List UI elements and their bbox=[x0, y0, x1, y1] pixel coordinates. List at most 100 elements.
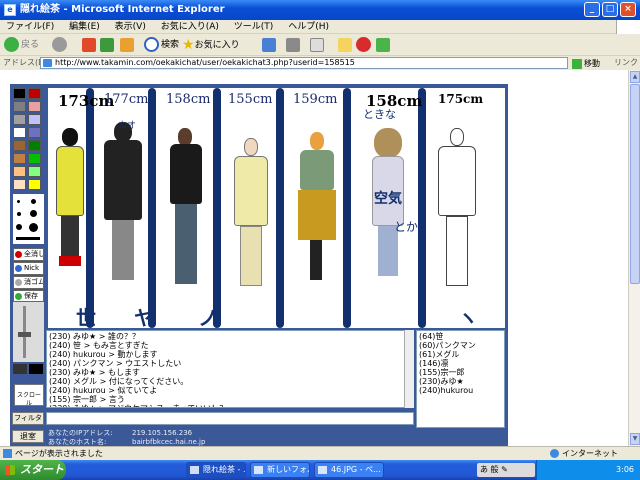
palette-swatch[interactable] bbox=[28, 140, 41, 151]
menu-favorites[interactable]: お気に入り(A) bbox=[155, 22, 225, 32]
address-input[interactable]: http://www.takamin.com/oekakichat/user/o… bbox=[40, 57, 568, 69]
user-list[interactable]: (64)笹 (60)パンクマン (61)メグル (146)凛 (155)宗一郎 (230)… bbox=[416, 330, 505, 428]
start-button[interactable]: スタート bbox=[0, 460, 66, 480]
oekaki-chat-applet: 全消し Nick 消ゴム 保存 スクロール 173cm 177cm 158cm … bbox=[10, 84, 508, 446]
brush-size-6[interactable] bbox=[29, 223, 38, 232]
scroll-up-arrow-icon[interactable]: ▲ bbox=[630, 71, 640, 83]
windows-flag-icon bbox=[616, 20, 640, 34]
menu-edit[interactable]: 編集(E) bbox=[63, 22, 106, 32]
mail-button[interactable] bbox=[262, 37, 276, 53]
message-input[interactable] bbox=[46, 412, 414, 425]
user-list-item[interactable]: (146)凛 bbox=[419, 359, 502, 368]
user-list-item[interactable]: (240)hukurou bbox=[419, 386, 502, 395]
messenger-button[interactable] bbox=[356, 37, 373, 53]
palette-swatch[interactable] bbox=[13, 88, 26, 99]
chat-scrollbar[interactable] bbox=[404, 330, 414, 408]
line-tool[interactable] bbox=[16, 237, 40, 240]
go-button[interactable]: 移動 bbox=[572, 57, 600, 71]
chat-message: (230) みゆ★ > もします bbox=[49, 368, 141, 377]
user-list-item[interactable]: (230)みゆ★ bbox=[419, 377, 502, 386]
palette-swatch[interactable] bbox=[28, 179, 41, 190]
back-button[interactable]: 戻る bbox=[4, 37, 39, 53]
stop-icon bbox=[82, 37, 96, 52]
close-button[interactable]: × bbox=[620, 2, 636, 17]
nick-icon bbox=[15, 265, 22, 272]
palette-swatch[interactable] bbox=[28, 88, 41, 99]
slider-knob[interactable] bbox=[18, 332, 31, 337]
messenger-icon bbox=[356, 37, 371, 52]
menu-tools[interactable]: ツール(T) bbox=[228, 22, 280, 32]
brush-size-5[interactable] bbox=[16, 224, 22, 230]
page-content: 全消し Nick 消ゴム 保存 スクロール 173cm 177cm 158cm … bbox=[0, 70, 640, 446]
page-icon bbox=[3, 449, 12, 458]
opacity-slider[interactable] bbox=[13, 302, 44, 362]
user-list-item[interactable]: (155)宗一郎 bbox=[419, 368, 502, 377]
exit-button[interactable]: 退室 bbox=[12, 430, 44, 443]
annotation: とか bbox=[394, 220, 419, 234]
notes-button[interactable] bbox=[338, 37, 352, 53]
links-button[interactable]: リンク bbox=[614, 56, 638, 70]
palette-swatch[interactable] bbox=[28, 127, 41, 138]
favorites-button[interactable]: ★お気に入り bbox=[182, 37, 240, 53]
palette-swatch[interactable] bbox=[28, 153, 41, 164]
name-mark: ノ bbox=[198, 306, 218, 328]
brush-size-1[interactable] bbox=[17, 200, 20, 203]
user-list-item[interactable]: (64)笹 bbox=[419, 332, 502, 341]
print-button[interactable] bbox=[286, 37, 300, 53]
menu-view[interactable]: 表示(V) bbox=[109, 22, 152, 32]
palette-swatch[interactable] bbox=[13, 114, 26, 125]
home-button[interactable] bbox=[120, 37, 134, 53]
search-button[interactable]: 検索 bbox=[144, 37, 179, 53]
palette-swatch[interactable] bbox=[13, 166, 26, 177]
brush-size-2[interactable] bbox=[31, 199, 36, 204]
people-button[interactable] bbox=[376, 37, 390, 53]
palette-swatch[interactable] bbox=[13, 153, 26, 164]
system-tray: あ 般 ✎ 3:06 bbox=[477, 460, 640, 480]
ime-bar[interactable]: あ 般 ✎ bbox=[477, 463, 535, 477]
nick-button[interactable]: Nick bbox=[13, 262, 44, 275]
stop-button[interactable] bbox=[82, 37, 96, 53]
chat-message: (230) みゆ★ > 誰の？？ bbox=[49, 332, 141, 341]
refresh-button[interactable] bbox=[100, 37, 114, 53]
palette-swatch[interactable] bbox=[13, 179, 26, 190]
ip-label: あなたのIPアドレス: bbox=[48, 429, 113, 437]
brush-size-3[interactable] bbox=[17, 212, 21, 216]
palette-swatch[interactable] bbox=[28, 114, 41, 125]
color-palette bbox=[13, 88, 44, 192]
palette-swatch[interactable] bbox=[28, 166, 41, 177]
menu-help[interactable]: ヘルプ(H) bbox=[282, 22, 335, 32]
chat-message: (230) みゆ★ > マジウケマシス。まっていい！？ bbox=[49, 404, 411, 407]
address-bar: アドレス(D) http://www.takamin.com/oekakicha… bbox=[0, 56, 640, 70]
brush-size-4[interactable] bbox=[30, 210, 37, 217]
status-text: ページが表示されました bbox=[15, 449, 103, 458]
save-button[interactable]: 保存 bbox=[13, 290, 44, 302]
forward-button[interactable] bbox=[52, 37, 69, 53]
scroll-thumb[interactable] bbox=[630, 84, 640, 284]
task-paint[interactable]: 46.JPG - ペ... bbox=[314, 462, 384, 478]
minimize-button[interactable]: _ bbox=[584, 2, 600, 17]
user-list-item[interactable]: (60)パンクマン bbox=[419, 341, 502, 350]
eraser-button[interactable]: 消ゴム bbox=[13, 276, 44, 289]
user-list-item[interactable]: (61)メグル bbox=[419, 350, 502, 359]
palette-swatch[interactable] bbox=[13, 127, 26, 138]
palette-swatch[interactable] bbox=[13, 140, 26, 151]
chat-log[interactable]: (230) みゆ★ > 誰の？？ (240) 笹 > もみ言とすぎた (240) h… bbox=[46, 330, 414, 408]
maximize-button[interactable]: □ bbox=[602, 2, 618, 17]
drawing-canvas[interactable]: 173cm 177cm 158cm 155cm 159cm 158cm 175c… bbox=[48, 88, 505, 328]
palette-swatch[interactable] bbox=[28, 101, 41, 112]
filter-button[interactable]: フィルタ bbox=[12, 412, 44, 425]
chat-message: (240) hukurou > 似ていてよ bbox=[49, 386, 158, 395]
annotation: 空気 bbox=[374, 191, 402, 207]
task-folder[interactable]: 新しいフォルダ bbox=[250, 462, 310, 478]
clear-all-button[interactable]: 全消し bbox=[13, 248, 44, 261]
scroll-toggle-button[interactable]: スクロール bbox=[14, 384, 44, 407]
scroll-down-arrow-icon[interactable]: ▼ bbox=[630, 433, 640, 445]
task-ie[interactable]: 隠れ絵茶 - ... bbox=[186, 462, 246, 478]
edit-button[interactable] bbox=[310, 37, 324, 53]
background-color-swatch[interactable] bbox=[29, 364, 43, 374]
search-icon bbox=[144, 37, 159, 52]
current-color-swatch[interactable] bbox=[13, 364, 27, 374]
page-scrollbar[interactable]: ▲ ▼ bbox=[628, 70, 640, 446]
menu-file[interactable]: ファイル(F) bbox=[0, 22, 60, 32]
palette-swatch[interactable] bbox=[13, 101, 26, 112]
